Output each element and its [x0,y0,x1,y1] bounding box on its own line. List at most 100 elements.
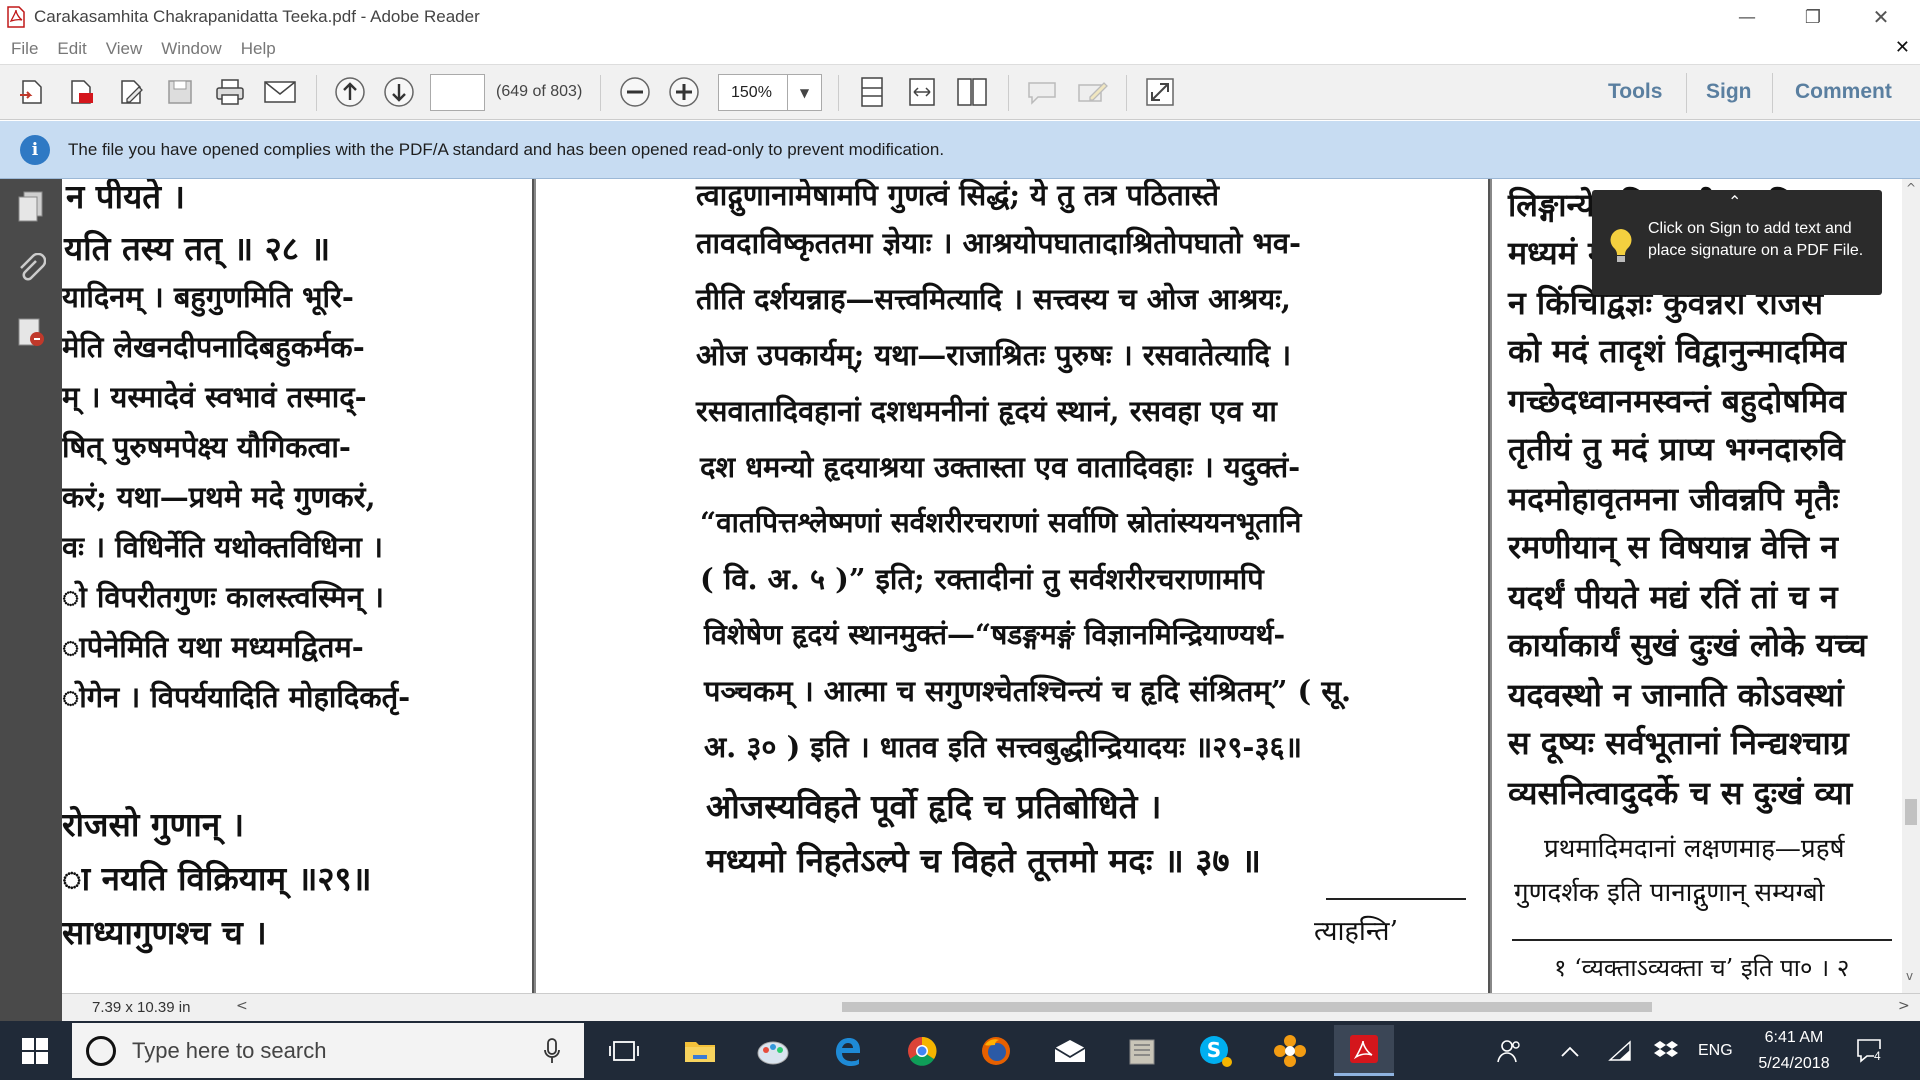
document-area[interactable]: न पीयते । यति तस्य तत् ॥ २८ ॥ यादिनम् । … [62,179,1902,993]
tooltip-text: Click on Sign to add text and place sign… [1648,220,1864,259]
clock[interactable]: 6:41 AM 5/24/2018 [1746,1025,1842,1077]
zoom-level-input[interactable]: 150% [718,74,788,111]
next-page-icon[interactable] [381,74,417,110]
task-view-icon[interactable] [602,1029,646,1073]
comment-link[interactable]: Comment [1795,80,1892,104]
file-explorer-icon[interactable] [678,1029,722,1073]
scroll-up-icon[interactable]: ^ [1906,181,1916,195]
action-center-icon[interactable]: 4 [1848,1029,1892,1073]
print-icon[interactable] [212,74,248,110]
lightbulb-icon [1606,226,1636,266]
tools-link[interactable]: Tools [1608,80,1662,104]
text-line: तृतीयं तु मदं प्राप्य भग्नदारुवि [1508,430,1845,468]
open-file-icon[interactable] [14,74,50,110]
text-line: तावदाविष्कृततमा ज्ञेयाः । आश्रयोपघातादाश… [696,226,1302,260]
vertical-scroll-thumb[interactable] [1905,799,1917,825]
text-line: विशेषेण हृदयं स्थानमुक्तं—“षडङ्गमङ्गं वि… [704,618,1286,651]
create-pdf-icon[interactable] [64,74,100,110]
text-line: यति तस्य तत् ॥ २८ ॥ [64,229,331,268]
text-line: यादिनम् । बहुगुणमिति भूरि- [62,280,354,314]
text-line: षित् पुरुषमपेक्ष्य यौगिकत्वा- [62,430,351,464]
full-screen-icon[interactable] [1142,74,1178,110]
sign-tooltip[interactable]: ⌃ Click on Sign to add text and place si… [1592,190,1882,295]
page-size-label: 7.39 x 10.39 in [92,999,191,1016]
text-line: म् । यस्मादेवं स्वभावं तस्माद्- [62,380,367,414]
svg-text:S: S [1207,1038,1221,1062]
text-line: ( वि. अ. ५ )” इति; रक्तादीनां तु सर्वशरी… [700,562,1264,596]
page-number-input[interactable] [430,74,485,111]
scroll-down-icon[interactable]: v [1906,969,1913,983]
title-bar: Carakasamhita Chakrapanidatta Teeka.pdf … [0,0,1920,34]
scroll-right-icon[interactable]: > [1898,998,1910,1014]
vertical-scrollbar[interactable]: ^ v [1902,179,1920,993]
horizontal-scrollbar[interactable]: < > [232,994,1920,1022]
page-middle: त्वाद्गुणानामेषामपि गुणत्वं सिद्धं; ये त… [536,179,1488,993]
adobe-reader-taskbar-icon[interactable] [1334,1025,1394,1076]
text-line: रोजसो गुणान् । [62,805,245,844]
page-count: (649 of 803) [496,83,583,100]
chrome-browser-icon[interactable] [900,1029,944,1073]
scroll-left-icon[interactable]: < [236,998,248,1014]
fit-width-icon[interactable] [904,74,940,110]
comment-note-icon[interactable] [1024,74,1060,110]
flower-app-icon[interactable] [1268,1029,1312,1073]
sign-link[interactable]: Sign [1706,80,1752,104]
save-icon[interactable] [162,74,198,110]
restore-button[interactable]: ❐ [1778,0,1848,34]
menu-file[interactable]: File [11,39,38,59]
show-hidden-icons-chevron-icon[interactable] [1548,1029,1592,1073]
collapse-caret-icon[interactable]: ⌃ [1728,192,1741,214]
text-line: रसवातादिवहानां दशधमनीनां हृदयं स्थानं, र… [696,394,1277,428]
dropbox-icon[interactable] [1644,1029,1688,1073]
menu-edit[interactable]: Edit [57,39,86,59]
windows-logo-icon [22,1037,48,1064]
firefox-browser-icon[interactable] [974,1029,1018,1073]
attachments-icon[interactable] [14,253,48,287]
zoom-dropdown-icon[interactable]: ▼ [788,74,822,111]
mail-icon[interactable] [1048,1029,1092,1073]
page-thumbnails-icon[interactable] [14,189,48,223]
fit-page-icon[interactable] [854,74,890,110]
text-line: साध्यागुणश्च च । [62,913,267,952]
pdfa-info-bar: i The file you have opened complies with… [0,121,1920,179]
text-line: स दूष्यः सर्वभूतानां निन्द्यश्चाग्र [1508,724,1849,762]
text-line: त्याहन्ति’ [1314,916,1399,947]
zoom-out-icon[interactable] [617,74,653,110]
page-divider [1488,179,1490,993]
two-page-view-icon[interactable] [954,74,990,110]
text-line: “वातपित्तश्लेष्मणां सर्वशरीरचराणां सर्वा… [700,506,1302,539]
microphone-icon[interactable] [544,1037,560,1065]
text-line: ओजस्यविहते पूर्वो हृदि च प्रतिबोधिते । [706,787,1162,826]
paint-app-icon[interactable] [752,1029,796,1073]
horizontal-scroll-thumb[interactable] [842,1002,1652,1012]
close-button[interactable]: ✕ [1846,0,1916,34]
highlight-text-icon[interactable] [1074,74,1110,110]
text-line: यदवस्थो न जानाति कोऽवस्थां [1508,676,1844,714]
signatures-icon[interactable] [14,315,48,349]
window-title: Carakasamhita Chakrapanidatta Teeka.pdf … [34,7,480,26]
search-placeholder: Type here to search [132,1037,327,1063]
menu-window[interactable]: Window [161,39,221,59]
skype-icon[interactable]: S [1194,1029,1238,1073]
edge-browser-icon[interactable] [826,1029,870,1073]
language-indicator[interactable]: ENG [1698,1021,1733,1080]
page-right: लिङ्गान्येतानि जानीयादाविष्ट मध्यमं मदमा… [1492,179,1902,993]
start-button[interactable] [0,1021,70,1080]
text-line: मध्यमो निहतेऽल्पे च विहते तूत्तमो मदः ॥ … [706,841,1261,880]
minimize-button[interactable]: — [1712,0,1782,34]
text-line: व्यसनित्वादुदर्के च स दुःखं व्या [1508,774,1853,812]
close-document-button[interactable]: ✕ [1895,37,1910,58]
archive-app-icon[interactable] [1120,1029,1164,1073]
page-left: न पीयते । यति तस्य तत् ॥ २८ ॥ यादिनम् । … [62,179,532,993]
zoom-in-icon[interactable] [666,74,702,110]
wifi-icon[interactable] [1598,1029,1642,1073]
previous-page-icon[interactable] [332,74,368,110]
info-message: The file you have opened complies with t… [68,139,945,159]
text-line: दश धमन्यो हृदयाश्रया उक्तास्ता एव वातादि… [700,450,1301,484]
people-icon[interactable] [1488,1029,1532,1073]
taskbar-search-box[interactable]: Type here to search [72,1023,584,1078]
menu-help[interactable]: Help [241,39,276,59]
edit-pdf-icon[interactable] [114,74,150,110]
email-icon[interactable] [262,74,298,110]
menu-view[interactable]: View [106,39,143,59]
